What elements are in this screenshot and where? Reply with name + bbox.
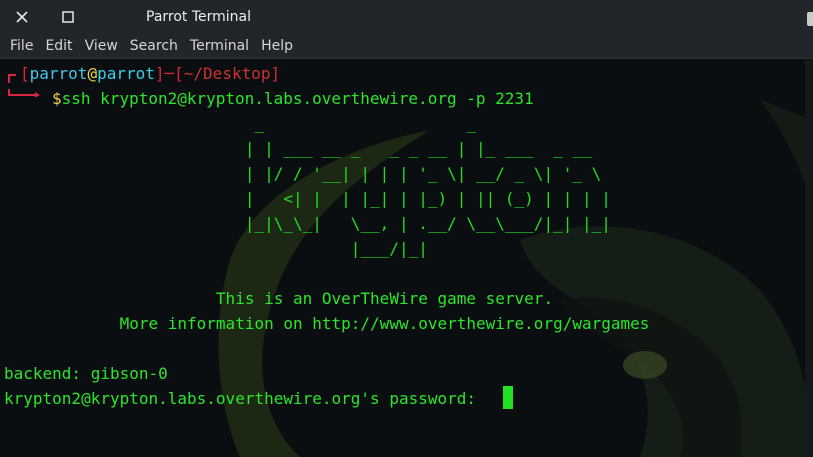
menu-search[interactable]: Search bbox=[130, 38, 178, 54]
close-button[interactable] bbox=[11, 6, 33, 28]
menu-bar: File Edit View Search Terminal Help bbox=[0, 34, 813, 59]
prompt-line-1: [parrot@parrot]─[~/Desktop] bbox=[20, 61, 280, 86]
password-prompt: krypton2@krypton.labs.overthewire.org's … bbox=[4, 389, 486, 408]
window-title: Parrot Terminal bbox=[146, 9, 252, 25]
prompt-dollar: $ bbox=[52, 89, 62, 108]
menu-view[interactable]: View bbox=[85, 38, 118, 54]
prompt-close-bracket: ] bbox=[270, 64, 281, 83]
banner-line: | | ___ __ _ _ _ __ | |_ ___ _ __ bbox=[4, 139, 592, 158]
maximize-icon bbox=[62, 11, 74, 23]
banner-line: |_|\_\_| \__, | .__/ \__\___/|_| |_| bbox=[4, 214, 611, 233]
banner-line: | |/ / '__| | | | '_ \| __/ _ \| '_ \ bbox=[4, 164, 602, 183]
prompt-at: @ bbox=[87, 64, 98, 83]
terminal-output-area[interactable]: [parrot@parrot]─[~/Desktop] $ssh krypton… bbox=[0, 60, 813, 457]
backend-line: backend: gibson-0 bbox=[4, 364, 168, 383]
terminal-scrollbar[interactable] bbox=[805, 60, 813, 457]
window-titlebar: Parrot Terminal bbox=[0, 0, 813, 34]
motd-line: This is an OverTheWire game server. bbox=[4, 289, 554, 308]
prompt-open-bracket: [ bbox=[20, 64, 30, 83]
prompt-user: parrot bbox=[29, 64, 88, 83]
motd-line: More information on http://www.overthewi… bbox=[4, 314, 650, 333]
text-cursor bbox=[503, 386, 513, 409]
prompt-path: ~/Desktop bbox=[183, 64, 271, 83]
banner-line: | <| | | |_| | |_) | || (_) | | | | bbox=[4, 189, 611, 208]
window-edge-handle[interactable] bbox=[807, 12, 813, 26]
prompt-separator: ]─[ bbox=[154, 64, 184, 83]
close-icon bbox=[16, 11, 28, 23]
menu-edit[interactable]: Edit bbox=[45, 38, 72, 54]
maximize-button[interactable] bbox=[57, 6, 79, 28]
banner-line: |___/|_| bbox=[4, 239, 428, 258]
command-line: $ssh krypton2@krypton.labs.overthewire.o… bbox=[52, 86, 534, 111]
prompt-host: parrot bbox=[97, 64, 155, 83]
menu-terminal[interactable]: Terminal bbox=[190, 38, 249, 54]
banner-line: _ _ bbox=[4, 114, 477, 133]
ssh-command: ssh krypton2@krypton.labs.overthewire.or… bbox=[61, 89, 534, 108]
menu-file[interactable]: File bbox=[10, 38, 33, 54]
menu-help[interactable]: Help bbox=[261, 38, 293, 54]
